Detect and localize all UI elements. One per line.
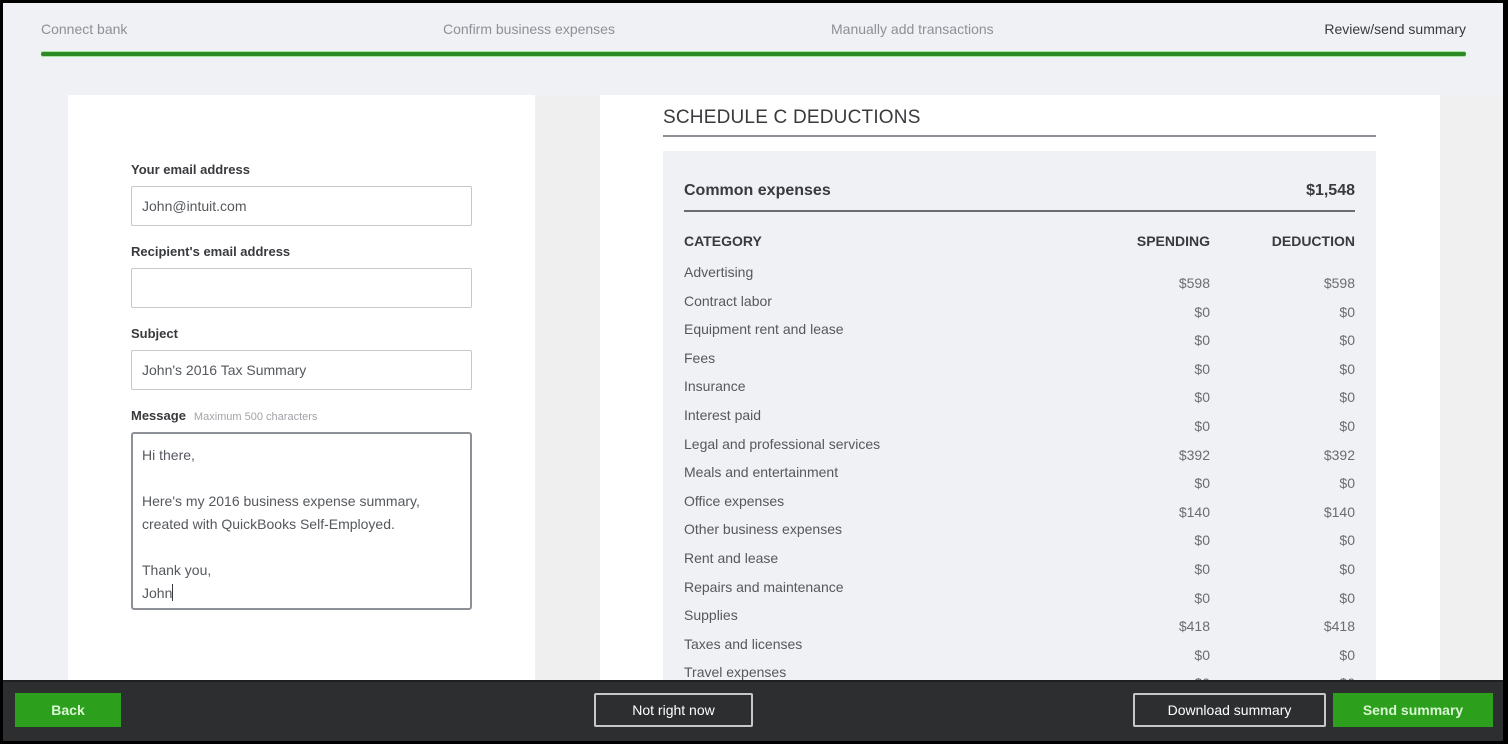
row-deduction: $598	[1323, 275, 1355, 291]
progress-bar-fill	[41, 52, 1466, 56]
panel-divider	[536, 95, 600, 695]
group-header: Common expenses $1,548	[684, 151, 1355, 212]
row-category: Interest paid	[684, 406, 762, 423]
deductions-table: Advertising $598 $598 Contract labor $0 $0 Equ…	[684, 264, 1355, 693]
table-row: Advertising $598 $598	[684, 264, 1355, 293]
step-confirm-expenses: Confirm business expenses	[443, 21, 615, 37]
footer-bar: Back Not right now Download summary Send…	[3, 680, 1503, 741]
section-title: SCHEDULE C DEDUCTIONS	[663, 107, 1376, 137]
table-row: Taxes and licenses $0 $0	[684, 636, 1355, 665]
row-category: Contract labor	[684, 292, 772, 309]
row-spending: $598	[1178, 275, 1210, 291]
back-button[interactable]: Back	[15, 693, 121, 727]
table-row: Repairs and maintenance $0 $0	[684, 579, 1355, 608]
table-row: Legal and professional services $392 $392	[684, 436, 1355, 465]
row-deduction: $0	[1339, 589, 1355, 606]
deductions-card: Common expenses $1,548 CATEGORY SPENDING…	[663, 151, 1376, 711]
summary-panel: SCHEDULE C DEDUCTIONS Common expenses $1…	[600, 95, 1440, 711]
row-deduction: $0	[1339, 303, 1355, 320]
row-category: Fees	[684, 349, 716, 366]
right-gutter	[1440, 95, 1503, 695]
row-deduction: $0	[1339, 332, 1355, 349]
column-spending: SPENDING	[1136, 233, 1210, 249]
table-row: Supplies $418 $418	[684, 607, 1355, 636]
row-deduction: $140	[1323, 503, 1355, 520]
table-row: Rent and lease $0 $0	[684, 550, 1355, 579]
text-cursor	[172, 584, 174, 601]
step-review-send: Review/send summary	[1324, 21, 1466, 37]
row-deduction: $418	[1323, 618, 1355, 635]
subject-input[interactable]: John's 2016 Tax Summary	[131, 350, 472, 390]
your-email-input[interactable]: John@intuit.com	[131, 186, 472, 226]
table-row: Other business expenses $0 $0	[684, 521, 1355, 550]
row-deduction: $0	[1339, 646, 1355, 663]
column-category: CATEGORY	[684, 233, 762, 249]
row-spending: $0	[1194, 589, 1210, 606]
row-category: Office expenses	[684, 492, 785, 509]
send-summary-button[interactable]: Send summary	[1333, 693, 1493, 727]
row-spending: $0	[1194, 560, 1210, 577]
row-category: Legal and professional services	[684, 435, 881, 452]
row-spending: $0	[1194, 532, 1210, 549]
message-text: Hi there, Here's my 2016 business expens…	[142, 447, 420, 601]
message-label: Message	[131, 408, 186, 423]
table-header: CATEGORY SPENDING DEDUCTION	[684, 212, 1355, 264]
column-deduction: DEDUCTION	[1271, 233, 1355, 249]
row-deduction: $0	[1339, 360, 1355, 377]
row-category: Meals and entertainment	[684, 464, 839, 481]
row-deduction: $392	[1323, 446, 1355, 463]
recipient-email-label: Recipient's email address	[131, 244, 291, 259]
message-hint: Maximum 500 characters	[193, 411, 318, 423]
row-spending: $418	[1178, 618, 1210, 635]
app-window: Connect bank Confirm business expenses M…	[3, 3, 1503, 741]
row-category: Rent and lease	[684, 549, 779, 566]
row-spending: $140	[1178, 503, 1210, 520]
step-connect-bank: Connect bank	[41, 21, 128, 37]
not-right-now-button[interactable]: Not right now	[594, 693, 753, 727]
download-summary-button[interactable]: Download summary	[1133, 693, 1326, 727]
row-deduction: $0	[1339, 417, 1355, 434]
progress-stepper: Connect bank Confirm business expenses M…	[41, 17, 1466, 57]
row-spending: $0	[1194, 475, 1210, 492]
row-spending: $392	[1178, 446, 1210, 463]
email-form: Your email address John@intuit.com Recip…	[131, 162, 472, 610]
recipient-email-input[interactable]	[131, 268, 472, 308]
subject-label: Subject	[131, 326, 178, 341]
row-spending: $0	[1194, 417, 1210, 434]
table-row: Interest paid $0 $0	[684, 407, 1355, 436]
row-deduction: $0	[1339, 560, 1355, 577]
table-row: Equipment rent and lease $0 $0	[684, 321, 1355, 350]
row-category: Insurance	[684, 378, 746, 395]
message-textarea[interactable]: Hi there, Here's my 2016 business expens…	[131, 432, 472, 610]
row-spending: $0	[1194, 646, 1210, 663]
table-row: Fees $0 $0	[684, 350, 1355, 379]
row-category: Other business expenses	[684, 521, 842, 538]
row-category: Equipment rent and lease	[684, 321, 844, 338]
step-manual-transactions: Manually add transactions	[831, 21, 994, 37]
row-category: Taxes and licenses	[684, 635, 803, 652]
row-spending: $0	[1194, 389, 1210, 406]
row-deduction: $0	[1339, 475, 1355, 492]
message-label-row: Message Maximum 500 characters	[131, 408, 472, 423]
row-deduction: $0	[1339, 532, 1355, 549]
table-row: Contract labor $0 $0	[684, 293, 1355, 322]
progress-bar	[41, 51, 1466, 57]
email-form-panel: Your email address John@intuit.com Recip…	[68, 95, 535, 695]
table-row: Office expenses $140 $140	[684, 493, 1355, 522]
group-label: Common expenses	[684, 181, 831, 199]
table-row: Insurance $0 $0	[684, 378, 1355, 407]
row-spending: $0	[1194, 360, 1210, 377]
row-category: Advertising	[684, 264, 754, 280]
row-category: Supplies	[684, 607, 738, 624]
row-spending: $0	[1194, 332, 1210, 349]
row-spending: $0	[1194, 303, 1210, 320]
row-deduction: $0	[1339, 389, 1355, 406]
row-category: Repairs and maintenance	[684, 578, 844, 595]
your-email-label: Your email address	[131, 162, 250, 177]
table-row: Meals and entertainment $0 $0	[684, 464, 1355, 493]
group-total: $1,548	[1306, 181, 1355, 199]
